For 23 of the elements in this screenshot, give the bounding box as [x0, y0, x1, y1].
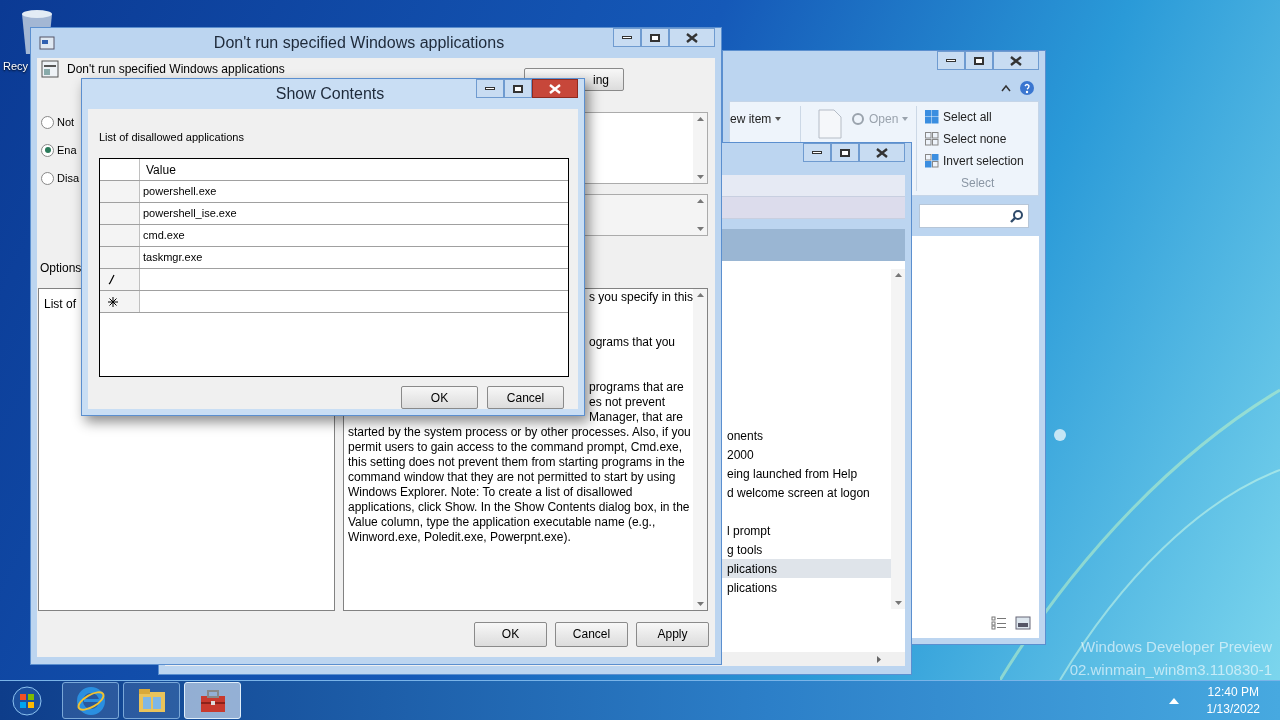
- help-text-line: Value column, type the application executable name (e.g.,: [347, 515, 656, 530]
- window-title: Don't run specified Windows applications: [212, 33, 506, 53]
- policy-heading: Don't run specified Windows applications: [67, 61, 285, 78]
- help-text-line: started by the system process or by other processes. Also, if you: [347, 425, 691, 440]
- options-panel-text: List of: [44, 297, 76, 311]
- help-text-line: Winword.exe, Poledit.exe, Powerpnt.exe).: [347, 530, 571, 545]
- help-text-line: Windows Explorer. Note: To create a list of disallowed: [347, 485, 633, 500]
- help-text-line: programs that are: [588, 380, 684, 395]
- options-label: Options: [40, 260, 82, 277]
- recycle-bin-label: Recy: [3, 59, 29, 74]
- help-text-line: s you specify in this: [588, 290, 693, 305]
- help-text-line: command window that they are not permitted to start by using: [347, 470, 676, 485]
- list-label: List of disallowed applications: [99, 129, 245, 145]
- window-title: Show Contents: [274, 83, 386, 104]
- help-text-line: Manager, that are: [588, 410, 683, 425]
- help-text-line: applications, click Show. In the Show Contents dialog box, in the: [347, 500, 690, 515]
- group-label: Select: [960, 175, 996, 192]
- help-text-line: permit users to gain access to the command prompt, Cmd.exe,: [347, 440, 683, 455]
- help-text-line: es not prevent: [588, 395, 665, 410]
- help-text-line: this setting does not prevent them from starting programs in the: [347, 455, 685, 470]
- help-text-line: ograms that you: [588, 335, 675, 350]
- watermark-build: 02.winmain_win8m3.110830-1: [1069, 659, 1272, 680]
- watermark-title: Windows Developer Preview: [1081, 637, 1272, 657]
